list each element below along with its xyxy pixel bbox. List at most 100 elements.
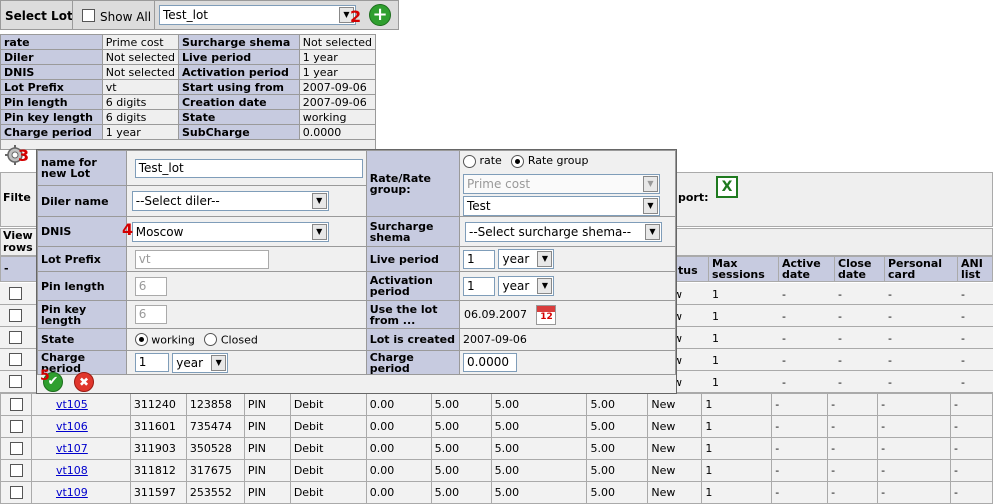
surcharge-select[interactable]: --Select surcharge shema-- ▼: [464, 221, 662, 242]
info-row: DNIS Not selected Activation period 1 year: [0, 64, 377, 80]
info-value: 1 year: [298, 49, 377, 65]
row-cell-n2: 735474: [185, 415, 245, 438]
rate-select[interactable]: Prime cost ▼: [462, 174, 660, 194]
divider: [884, 256, 885, 282]
row-checkbox[interactable]: [9, 353, 22, 366]
row-cell-v1: 0.00: [365, 437, 432, 460]
rate-group-radio[interactable]: [511, 154, 525, 168]
diler-select[interactable]: --Select diler-- ▼: [131, 191, 329, 212]
row-checkbox[interactable]: [10, 442, 23, 455]
row-cell-v2: 5.00: [430, 481, 492, 504]
filter-label: Filte: [3, 191, 31, 204]
row-cell-v2: 5.00: [430, 393, 492, 416]
row-cell-type: PIN: [243, 415, 291, 438]
row-checkbox[interactable]: [10, 486, 23, 499]
dnis-select[interactable]: Moscow ▼: [131, 221, 329, 242]
charge-unit-value: year: [176, 355, 204, 370]
row-cell-a: -: [782, 376, 786, 389]
row-cell-c: -: [838, 310, 842, 323]
activation-period-number[interactable]: 1: [462, 276, 495, 296]
pin-key-length-input[interactable]: 6: [134, 305, 167, 324]
info-value: vt: [101, 79, 179, 95]
subcharge-input[interactable]: 0.0000: [462, 353, 517, 372]
row-cell-v1: 0.00: [365, 481, 432, 504]
live-period-unit[interactable]: year ▼: [498, 249, 555, 269]
row-cell-p: -: [888, 310, 892, 323]
rate-label: Rate/Rate group:: [365, 150, 460, 217]
row-checkbox[interactable]: [9, 287, 22, 300]
table-row: vt105 311240 123858 PIN Debit 0.00 5.00 5.00 5.0…: [0, 393, 993, 416]
plus-icon: +: [372, 4, 388, 25]
step-badge-2: 2: [350, 7, 362, 26]
info-value: Not selected: [101, 64, 179, 80]
info-value: 0.0000: [298, 124, 377, 140]
row-cell-max: 1: [701, 437, 773, 460]
state-working-label: working: [151, 333, 195, 347]
row-select-cell: [0, 459, 32, 482]
row-cell-v3: 5.00: [490, 393, 588, 416]
row-cell-n1: 311903: [129, 437, 187, 460]
live-period-number[interactable]: 1: [462, 249, 495, 269]
diler-select-value: --Select diler--: [135, 194, 220, 209]
row-checkbox[interactable]: [9, 375, 22, 388]
rate-select-value: Prime cost: [466, 177, 531, 191]
table-row: vt107 311903 350528 PIN Debit 0.00 5.00 5.00 5.0…: [0, 437, 993, 460]
row-checkbox[interactable]: [10, 398, 23, 411]
pin-length-input[interactable]: 6: [134, 276, 167, 296]
show-all-checkbox[interactable]: [82, 9, 95, 22]
charge-period-unit[interactable]: year ▼: [172, 352, 229, 373]
row-cell-p: -: [888, 354, 892, 367]
pin-id-link[interactable]: vt109: [56, 486, 88, 499]
lot-prefix-input[interactable]: vt: [134, 249, 269, 269]
info-key: Pin key length: [0, 109, 103, 125]
activation-period-unit[interactable]: year ▼: [498, 276, 555, 296]
info-value: 2007-09-06: [298, 94, 377, 110]
lot-select[interactable]: Test_lot ▼: [159, 5, 356, 25]
row-checkbox[interactable]: [10, 420, 23, 433]
charge-period-label: Charge period: [37, 350, 127, 375]
pin-id-link[interactable]: vt105: [56, 398, 88, 411]
row-cell-pay: Debit: [289, 393, 367, 416]
row-cell-max: 1: [712, 354, 719, 367]
row-cell-c: -: [827, 459, 879, 482]
add-lot-button[interactable]: +: [369, 4, 391, 26]
calendar-icon[interactable]: 12: [536, 304, 557, 325]
pin-id-cell: vt107: [30, 437, 131, 460]
row-checkbox[interactable]: [9, 331, 22, 344]
row-cell-max: 1: [701, 459, 773, 482]
row-select-cell: [0, 415, 32, 438]
surcharge-select-value: --Select surcharge shema--: [468, 224, 632, 239]
row-select-cell: [0, 481, 32, 504]
charge-period-number[interactable]: 1: [134, 353, 169, 372]
header-max-sessions: Max sessions: [712, 257, 765, 281]
pin-length-label: Pin length: [37, 271, 127, 301]
row-cell-n2: 317675: [185, 459, 245, 482]
pin-id-link[interactable]: vt107: [56, 442, 88, 455]
rate-radio[interactable]: [462, 154, 476, 168]
excel-export-icon[interactable]: X: [716, 176, 738, 198]
chevron-down-icon: ▼: [211, 354, 227, 371]
header-personal-card: Personal card: [888, 257, 943, 281]
row-cell-status: New: [647, 459, 703, 482]
pin-id-link[interactable]: vt106: [56, 420, 88, 433]
row-cell-p: -: [877, 481, 951, 504]
lot-name-input[interactable]: Test_lot: [134, 158, 363, 178]
row-cell-a: -: [771, 459, 829, 482]
state-closed-radio[interactable]: [204, 333, 218, 347]
rate-group-select[interactable]: Test ▼: [462, 196, 660, 216]
pin-id-link[interactable]: vt108: [56, 464, 88, 477]
info-key: Pin length: [0, 94, 103, 110]
row-checkbox[interactable]: [10, 464, 23, 477]
row-checkbox[interactable]: [9, 309, 22, 322]
row-cell-c: -: [827, 437, 879, 460]
cancel-button[interactable]: ✖: [74, 372, 94, 392]
row-cell-n: -: [949, 415, 993, 438]
name-label: name for new Lot: [37, 149, 127, 187]
info-key: Diler: [0, 49, 103, 65]
row-cell-v3: 5.00: [490, 481, 588, 504]
row-cell-a: -: [771, 481, 829, 504]
new-lot-form: name for new Lot Test_lot Rate/Rate grou…: [37, 149, 677, 375]
pin-id-cell: vt105: [30, 393, 131, 416]
use-from-value: 06.09.2007: [463, 308, 527, 321]
state-working-radio[interactable]: [134, 333, 148, 347]
